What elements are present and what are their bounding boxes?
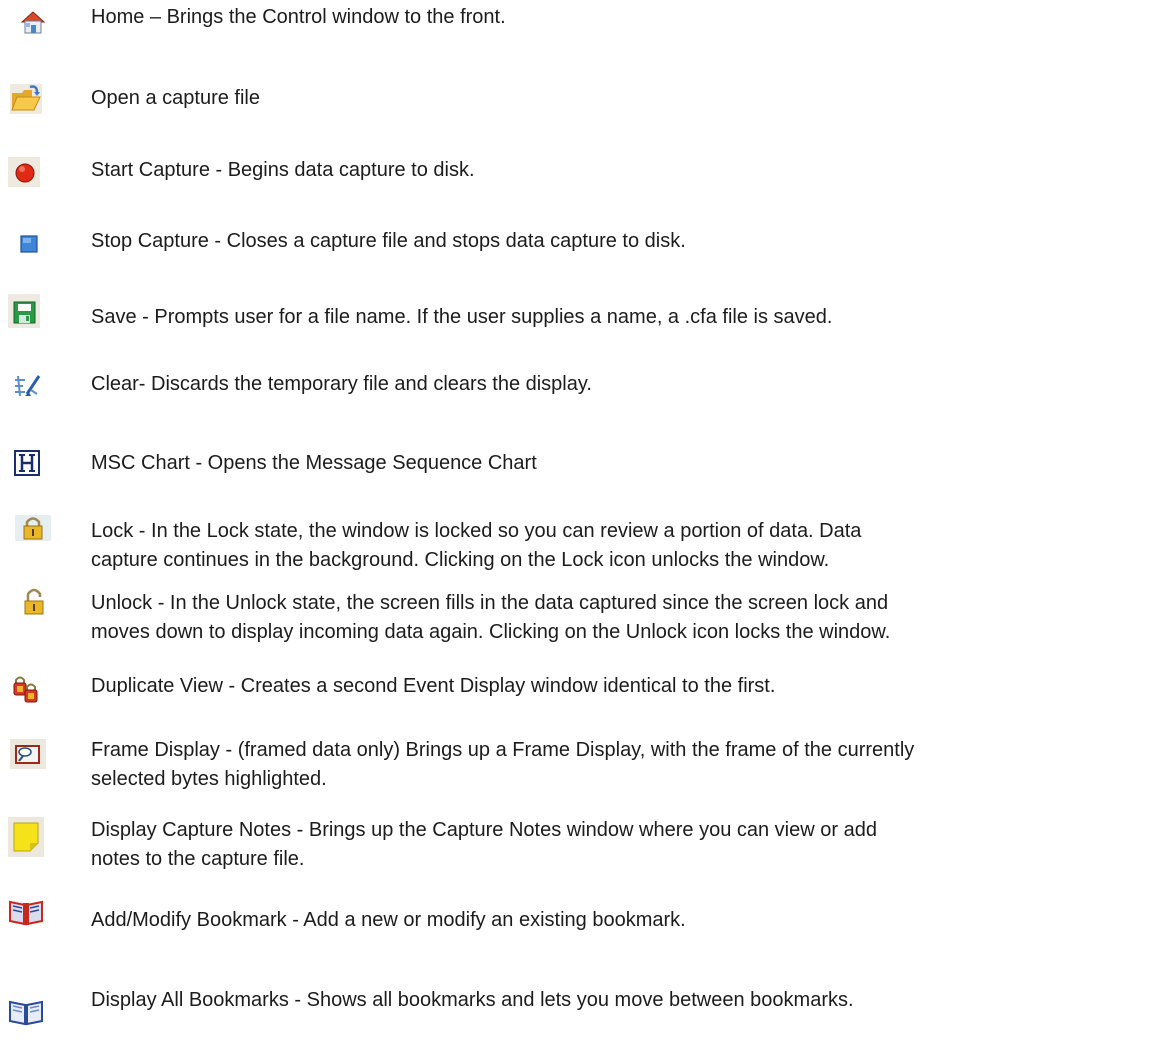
add-bookmark-icon	[8, 897, 44, 927]
start-capture-icon	[8, 157, 40, 187]
list-item-add-bookmark: Add/Modify Bookmark - Add a new or modif…	[0, 893, 1151, 953]
list-item-duplicate-view: Duplicate View - Creates a second Event …	[0, 665, 1151, 715]
description-line: Lock - In the Lock state, the window is …	[91, 520, 862, 542]
list-item-frame-display: Frame Display - (framed data only) Bring…	[0, 733, 1151, 813]
description-line: moves down to display incoming data agai…	[91, 621, 891, 643]
frame-display-icon	[10, 739, 46, 769]
list-item-msc-chart: MSC Chart - Opens the Message Sequence C…	[0, 435, 1151, 485]
item-description: Home – Brings the Control window to the …	[91, 6, 506, 28]
item-description: Save - Prompts user for a file name. If …	[91, 306, 833, 328]
description-line: selected bytes highlighted.	[91, 768, 327, 790]
description-line: capture continues in the background. Cli…	[91, 549, 830, 571]
description-line: Display Capture Notes - Brings up the Ca…	[91, 819, 877, 841]
item-description: Unlock - In the Unlock state, the screen…	[91, 589, 1149, 647]
display-bookmarks-icon	[8, 997, 44, 1027]
unlock-icon	[22, 585, 46, 617]
description-line: notes to the capture file.	[91, 848, 305, 870]
item-description: MSC Chart - Opens the Message Sequence C…	[91, 452, 537, 474]
lock-icon	[15, 515, 51, 541]
item-description: Display Capture Notes - Brings up the Ca…	[91, 816, 1149, 874]
capture-notes-icon	[8, 817, 44, 857]
item-description: Add/Modify Bookmark - Add a new or modif…	[91, 909, 686, 931]
stop-capture-icon	[20, 235, 38, 253]
clear-icon	[13, 370, 43, 400]
item-description: Duplicate View - Creates a second Event …	[91, 675, 776, 697]
duplicate-view-icon	[12, 675, 40, 703]
item-description: Stop Capture - Closes a capture file and…	[91, 230, 686, 252]
list-item-display-bookmarks: Display All Bookmarks - Shows all bookma…	[0, 983, 1151, 1043]
list-item-capture-notes: Display Capture Notes - Brings up the Ca…	[0, 813, 1151, 893]
item-description: Lock - In the Lock state, the window is …	[91, 517, 1149, 575]
open-folder-icon	[10, 84, 42, 114]
item-description: Frame Display - (framed data only) Bring…	[91, 736, 1149, 794]
list-item-stop-capture: Stop Capture - Closes a capture file and…	[0, 218, 1151, 268]
item-description: Clear- Discards the temporary file and c…	[91, 373, 592, 395]
item-description: Open a capture file	[91, 87, 260, 109]
item-description: Start Capture - Begins data capture to d…	[91, 159, 475, 181]
description-line: Frame Display - (framed data only) Bring…	[91, 739, 915, 761]
list-item-open: Open a capture file	[0, 78, 1151, 128]
list-item-lock: Lock - In the Lock state, the window is …	[0, 505, 1151, 585]
home-icon	[20, 9, 46, 35]
list-item-home: Home – Brings the Control window to the …	[0, 0, 1151, 50]
save-icon	[8, 294, 40, 328]
list-item-start-capture: Start Capture - Begins data capture to d…	[0, 148, 1151, 198]
description-line: Unlock - In the Unlock state, the screen…	[91, 592, 889, 614]
msc-chart-icon	[14, 450, 40, 476]
item-description: Display All Bookmarks - Shows all bookma…	[91, 989, 854, 1011]
list-item-save: Save - Prompts user for a file name. If …	[0, 285, 1151, 335]
list-item-unlock: Unlock - In the Unlock state, the screen…	[0, 585, 1151, 665]
list-item-clear: Clear- Discards the temporary file and c…	[0, 360, 1151, 410]
